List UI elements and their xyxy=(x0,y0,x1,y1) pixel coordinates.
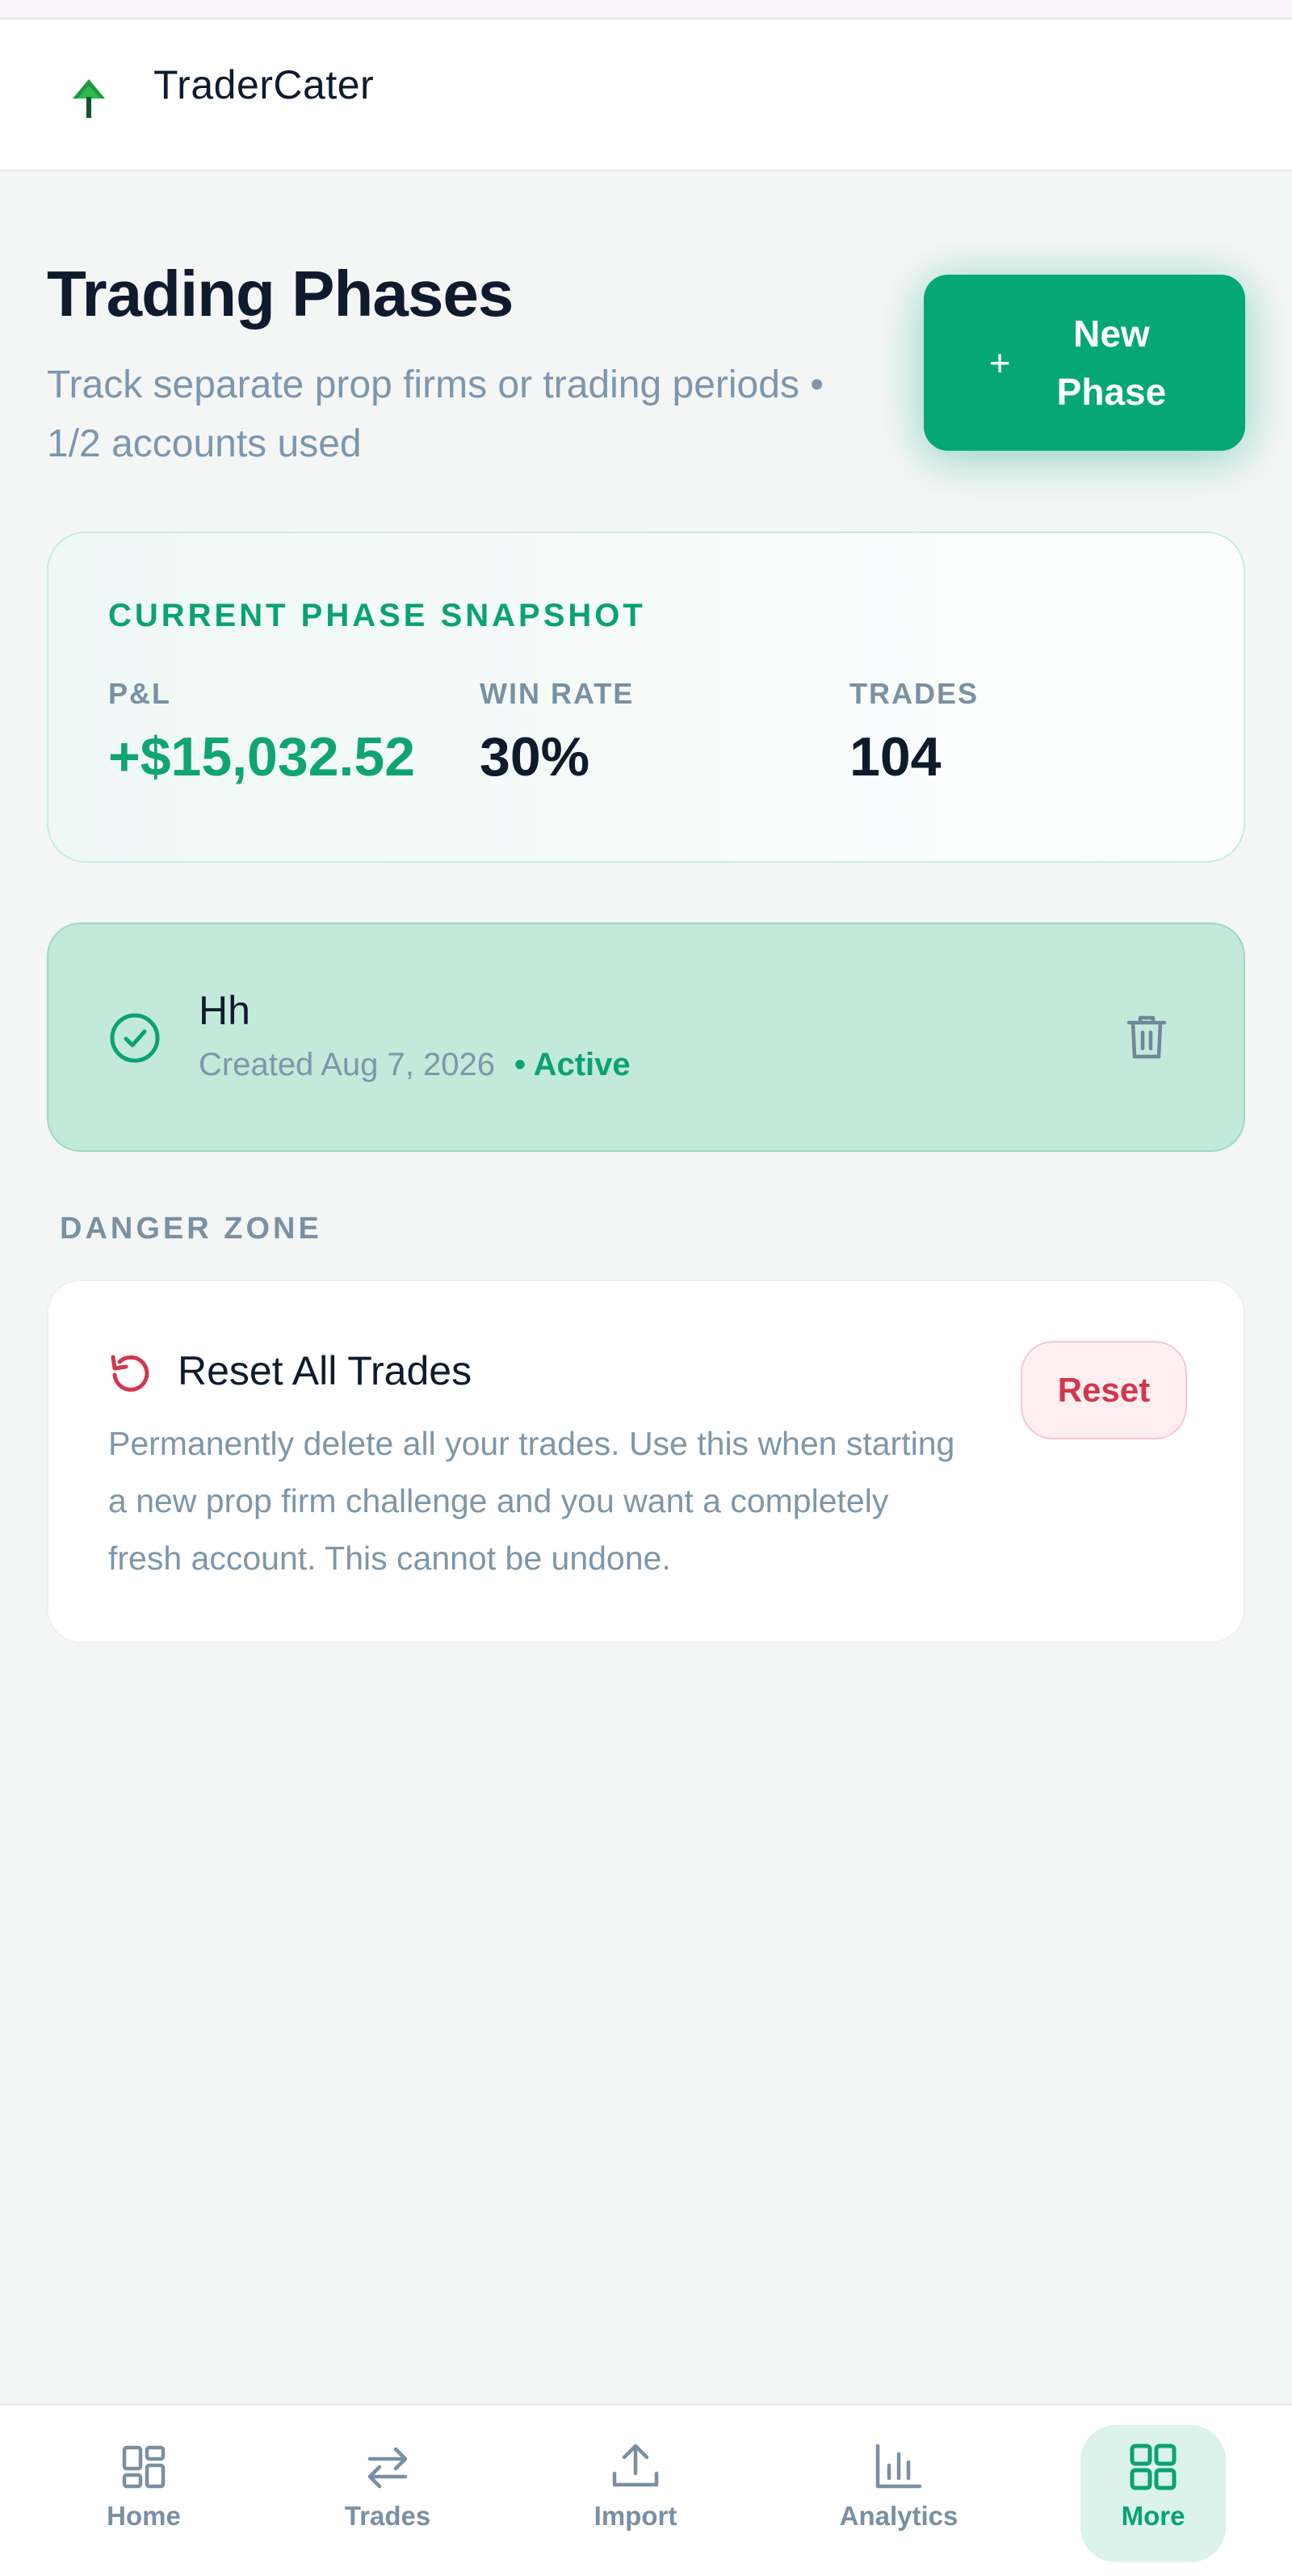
reset-rotate-icon xyxy=(111,1355,149,1392)
app-header: TraderCater xyxy=(0,19,1292,171)
nav-label: More xyxy=(1121,2501,1185,2531)
phase-name: Hh xyxy=(199,988,250,1033)
nav-item-more[interactable]: More xyxy=(1072,2438,1234,2551)
phase-created: Created Aug 7, 2026 xyxy=(199,1047,495,1082)
arrows-swap-icon xyxy=(367,2447,408,2489)
danger-zone-label: DANGER ZONE xyxy=(60,1212,322,1246)
nav-label: Import xyxy=(594,2501,677,2531)
nav-label: Home xyxy=(107,2501,181,2531)
phase-meta: Created Aug 7, 2026 • Active xyxy=(199,1047,631,1083)
stat-label: WIN RATE xyxy=(480,677,635,710)
nav-item-home[interactable]: Home xyxy=(63,2438,224,2551)
app-brand[interactable]: TraderCater xyxy=(153,61,374,108)
stat-win-rate: WIN RATE 30% xyxy=(480,677,634,788)
reset-description: Permanently delete all your trades. Use … xyxy=(108,1425,955,1577)
check-circle-icon xyxy=(110,1013,160,1063)
trash-icon[interactable] xyxy=(1124,1013,1169,1061)
reset-title: Reset All Trades xyxy=(178,1348,472,1393)
tree-logo-icon xyxy=(73,79,105,118)
status-strip xyxy=(0,0,1292,19)
stat-value: 30% xyxy=(480,726,590,788)
phase-card[interactable]: Hh Created Aug 7, 2026 • Active xyxy=(47,922,1245,1152)
stat-label: P&L xyxy=(108,677,171,710)
new-phase-label: New Phase xyxy=(1056,313,1167,413)
page-subtitle: Track separate prop firms or trading per… xyxy=(47,363,824,465)
phase-status: • Active xyxy=(514,1047,631,1082)
nav-item-import[interactable]: Import xyxy=(555,2438,716,2551)
grid-icon xyxy=(1130,2444,1177,2490)
reset-trades-card: Reset All Trades Permanently delete all … xyxy=(47,1280,1245,1643)
nav-item-trades[interactable]: Trades xyxy=(307,2438,468,2551)
upload-icon xyxy=(612,2444,659,2487)
page-title: Trading Phases xyxy=(47,258,514,330)
stat-label: TRADES xyxy=(849,677,979,710)
nav-label: Analytics xyxy=(839,2501,959,2531)
current-phase-snapshot: CURRENT PHASE SNAPSHOT P&L +$15,032.52 W… xyxy=(47,532,1245,863)
nav-item-analytics[interactable]: Analytics xyxy=(818,2438,979,2551)
stat-pnl: P&L +$15,032.52 xyxy=(108,677,415,788)
snapshot-title: CURRENT PHASE SNAPSHOT xyxy=(108,598,646,633)
stat-value: 104 xyxy=(849,726,942,788)
reset-button[interactable]: Reset xyxy=(1021,1341,1187,1439)
bottom-nav: Home Trades Import Analytics More xyxy=(0,2404,1292,2576)
plus-icon: + xyxy=(988,342,1011,384)
nav-label: Trades xyxy=(344,2501,431,2531)
stat-value: +$15,032.52 xyxy=(108,726,416,788)
bar-chart-icon xyxy=(875,2444,922,2489)
home-grid-icon xyxy=(122,2445,166,2489)
stat-trades: TRADES 104 xyxy=(849,677,979,788)
new-phase-button[interactable]: + New Phase xyxy=(924,275,1245,451)
